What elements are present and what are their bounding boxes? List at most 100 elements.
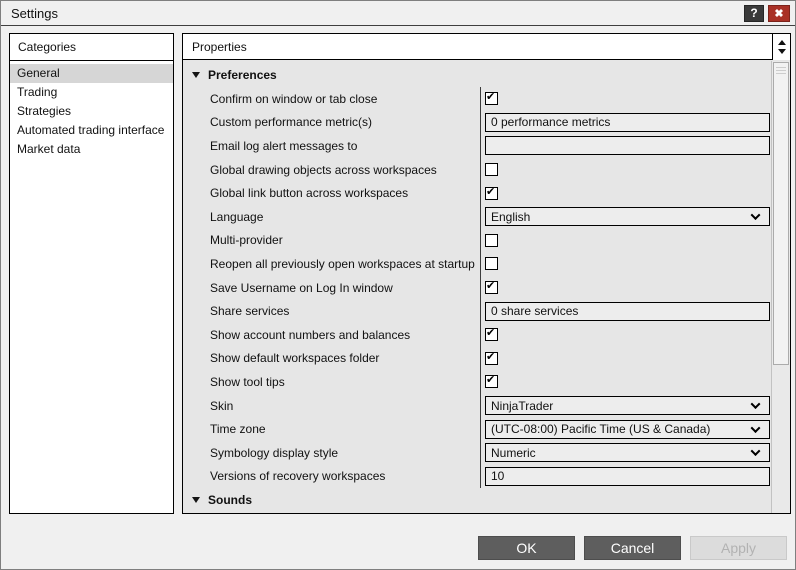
field-text: 0 performance metrics [491,115,611,130]
property-row-email-log-alert-messages-to: Email log alert messages to [183,134,771,158]
checkbox-show-account-numbers-and-balances[interactable] [485,327,498,342]
property-row-confirm-on-window-or-tab-close: Confirm on window or tab close [183,87,771,111]
category-item-strategies[interactable]: Strategies [10,102,173,121]
property-row-show-account-numbers-and-balances: Show account numbers and balances [183,322,771,347]
vertical-scrollbar[interactable] [771,61,790,513]
property-value-cell [480,181,771,205]
property-value-cell: 0 performance metrics [480,110,771,135]
categories-header: Categories [10,34,173,61]
thumb-grip [776,67,786,76]
property-value-cell: Numeric [480,440,771,465]
section-header-sounds[interactable]: Sounds [183,488,771,512]
property-row-share-services: Share services 0 share services [183,299,771,323]
property-row-show-tool-tips: Show tool tips [183,370,771,394]
property-row-versions-of-recovery-workspaces: Versions of recovery workspaces 10 [183,464,771,489]
property-row-time-zone: Time zone (UTC-08:00) Pacific Time (US & … [183,417,771,441]
property-row-show-default-workspaces-folder: Show default workspaces folder [183,346,771,371]
header-scroll-spinner [772,34,790,60]
category-item-trading[interactable]: Trading [10,83,173,102]
category-item-automated-trading-interface[interactable]: Automated trading interface [10,121,173,140]
property-label: Skin [210,398,234,413]
property-label: Global link button across workspaces [210,186,409,201]
properties-rows: Preferences Confirm on window or tab clos… [183,63,771,512]
ok-button[interactable]: OK [478,536,575,560]
dropdown-skin[interactable]: NinjaTrader [485,396,770,416]
property-value-cell [480,346,771,371]
category-item-general[interactable]: General [10,64,173,83]
property-label: Share services [210,304,290,319]
properties-header-label: Properties [192,39,247,54]
property-value-cell [480,134,771,158]
property-value-cell [480,252,771,276]
property-row-custom-performance-metric-s: Custom performance metric(s) 0 performanc… [183,110,771,135]
chevron-down-icon [750,446,761,457]
checkbox-save-username-on-log-in-window[interactable] [485,280,498,295]
scrollbar-thumb[interactable] [773,62,789,365]
property-row-language: Language English [183,204,771,229]
help-button[interactable]: ? [744,4,764,22]
text-field-email-log-alert-messages-to[interactable] [485,136,770,156]
category-item-market-data[interactable]: Market data [10,140,173,159]
chevron-down-icon [750,422,761,433]
checkbox-show-tool-tips[interactable] [485,374,498,389]
dropdown-time-zone[interactable]: (UTC-08:00) Pacific Time (US & Canada) [485,419,770,439]
properties-panel: Properties Preferences Confirm on window … [182,33,791,514]
field-text: English [491,209,531,224]
property-value-cell [480,322,771,347]
property-label: Show account numbers and balances [210,327,411,342]
property-value-cell: 10 [480,464,771,489]
properties-body: Preferences Confirm on window or tab clos… [183,61,790,513]
property-row-skin: Skin NinjaTrader [183,393,771,418]
collapse-arrow-icon [192,497,200,504]
section-header-preferences[interactable]: Preferences [183,63,771,87]
property-value-cell: (UTC-08:00) Pacific Time (US & Canada) [480,417,771,441]
checkbox-global-link-button-across-workspaces[interactable] [485,186,498,200]
property-value-cell [480,157,771,182]
checkbox-global-drawing-objects-across-workspaces[interactable] [485,163,498,177]
section-label: Sounds [208,493,252,508]
close-button[interactable]: ✖ [768,4,790,22]
checkbox-reopen-all-previously-open-workspaces-at-startup[interactable] [485,257,498,271]
dialog-button-row: OK Cancel Apply [1,536,787,560]
dropdown-symbology-display-style[interactable]: Numeric [485,443,770,463]
property-label: Time zone [210,422,266,437]
property-label: Language [210,209,264,224]
property-value-cell: NinjaTrader [480,393,771,418]
property-label: Show tool tips [210,374,285,389]
section-label: Preferences [208,68,277,82]
text-field-share-services[interactable]: 0 share services [485,301,770,321]
categories-list: General Trading Strategies Automated tradin… [10,61,173,159]
property-value-cell [480,370,771,394]
property-value-cell: English [480,204,771,229]
scroll-down-icon[interactable] [777,49,786,54]
dropdown-language[interactable]: English [485,207,770,227]
property-row-symbology-display-style: Symbology display style Numeric [183,440,771,465]
title-bar[interactable]: Settings ? ✖ [1,1,795,26]
text-field-versions-of-recovery-workspaces[interactable]: 10 [485,466,770,486]
chevron-down-icon [750,210,761,221]
property-value-cell: 0 share services [480,299,771,323]
properties-header: Properties [183,34,790,60]
field-text: (UTC-08:00) Pacific Time (US & Canada) [491,422,711,437]
text-field-custom-performance-metric-s[interactable]: 0 performance metrics [485,112,770,132]
property-label: Email log alert messages to [210,138,358,153]
window-title: Settings [11,5,58,21]
field-text: 10 [491,469,505,484]
property-value-cell [480,87,771,111]
field-text: 0 share services [491,304,579,319]
settings-window: Settings ? ✖ Categories General Trading St… [0,0,796,570]
checkbox-show-default-workspaces-folder[interactable] [485,351,498,365]
checkbox-confirm-on-window-or-tab-close[interactable] [485,91,498,106]
cancel-button[interactable]: Cancel [584,536,681,560]
property-row-global-drawing-objects-across-workspaces: Global drawing objects across workspaces [183,157,771,182]
checkbox-multi-provider[interactable] [485,233,498,247]
apply-button[interactable]: Apply [690,536,787,560]
property-label: Custom performance metric(s) [210,115,373,130]
property-row-global-link-button-across-workspaces: Global link button across workspaces [183,181,771,205]
scroll-up-icon[interactable] [777,40,786,45]
property-label: Symbology display style [210,445,339,460]
property-row-save-username-on-log-in-window: Save Username on Log In window [183,275,771,300]
property-value-cell [480,275,771,300]
categories-panel: Categories General Trading Strategies Autom… [9,33,174,514]
property-label: Confirm on window or tab close [210,91,378,106]
